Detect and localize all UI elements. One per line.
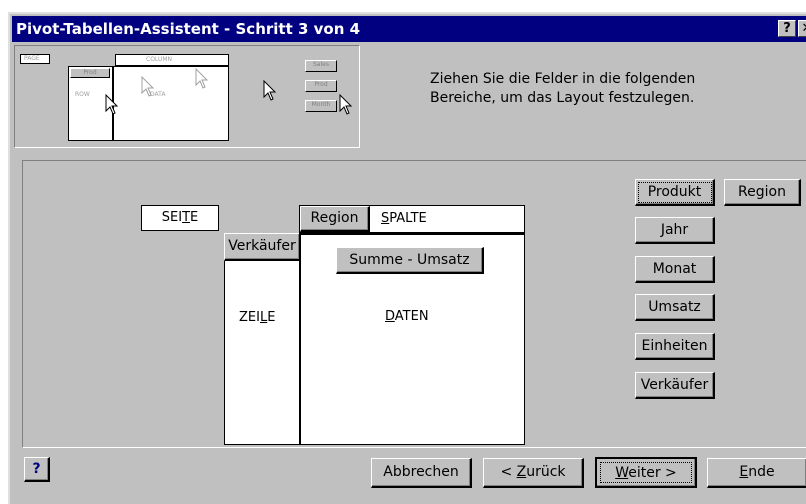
data-field-summe-umsatz[interactable]: Summe - Umsatz — [336, 247, 484, 274]
preview-column-label: COLUMN — [146, 56, 173, 63]
preview-page-area: PAGE — [20, 54, 50, 64]
row-area-label: ZEILE — [239, 310, 276, 325]
help-title-button[interactable]: ? — [778, 20, 796, 37]
next-button-label: Weiter > — [615, 465, 677, 481]
row-field-verkaeufer[interactable]: Verkäufer — [224, 233, 301, 261]
close-icon: ✕ — [802, 21, 806, 36]
finish-button-label: Ende — [739, 464, 775, 480]
field-verkaeufer[interactable]: Verkäufer — [635, 372, 715, 399]
field-umsatz[interactable]: Umsatz — [635, 294, 715, 321]
preview-field-1: Sales — [305, 60, 337, 72]
field-einheiten[interactable]: Einheiten — [635, 333, 715, 360]
preview-data-area: DATA — [113, 66, 229, 141]
column-field-region[interactable]: Region — [300, 206, 370, 232]
field-monat[interactable]: Monat — [635, 256, 715, 283]
preview-field-2: Prod — [305, 80, 337, 92]
cancel-button[interactable]: Abbrechen — [371, 458, 472, 488]
preview-column-area: COLUMN — [115, 54, 229, 66]
cursor-icon — [141, 76, 155, 97]
column-area-label: SPALTE — [381, 211, 427, 226]
field-produkt[interactable]: Produkt — [635, 179, 715, 206]
finish-button[interactable]: Ende — [707, 458, 806, 488]
page-area[interactable]: SEITE — [141, 205, 219, 231]
back-button[interactable]: < Zurück — [483, 458, 584, 488]
preview-row-field: Prod — [70, 68, 110, 78]
field-region[interactable]: Region — [724, 179, 801, 206]
title-bar: Pivot-Tabellen-Assistent - Schritt 3 von… — [12, 16, 806, 42]
instructions-text: Ziehen Sie die Felder in die folgenden B… — [430, 71, 696, 106]
help-button[interactable]: ? — [24, 457, 50, 482]
help-icon: ? — [32, 461, 41, 477]
cursor-icon — [263, 80, 277, 101]
row-area[interactable]: ZEILE — [224, 233, 301, 445]
field-jahr[interactable]: Jahr — [635, 217, 715, 244]
page-area-label: SEITE — [161, 210, 199, 225]
layout-preview: PAGE COLUMN Prod ROW DATA Sales Prod Mon… — [14, 45, 360, 148]
cursor-icon — [195, 68, 209, 89]
data-area-label: DATEN — [385, 309, 429, 324]
window-title: Pivot-Tabellen-Assistent - Schritt 3 von… — [16, 20, 361, 38]
preview-field-3: Month — [305, 100, 337, 112]
cursor-icon — [105, 94, 119, 115]
preview-page-label: PAGE — [24, 55, 40, 62]
back-button-label: < Zurück — [500, 464, 566, 480]
next-button[interactable]: Weiter > — [595, 457, 697, 488]
question-icon: ? — [783, 21, 791, 36]
close-button[interactable]: ✕ — [798, 20, 806, 37]
wizard-window: Pivot-Tabellen-Assistent - Schritt 3 von… — [8, 12, 806, 504]
cursor-icon — [339, 94, 353, 115]
preview-row-label: ROW — [75, 91, 90, 98]
